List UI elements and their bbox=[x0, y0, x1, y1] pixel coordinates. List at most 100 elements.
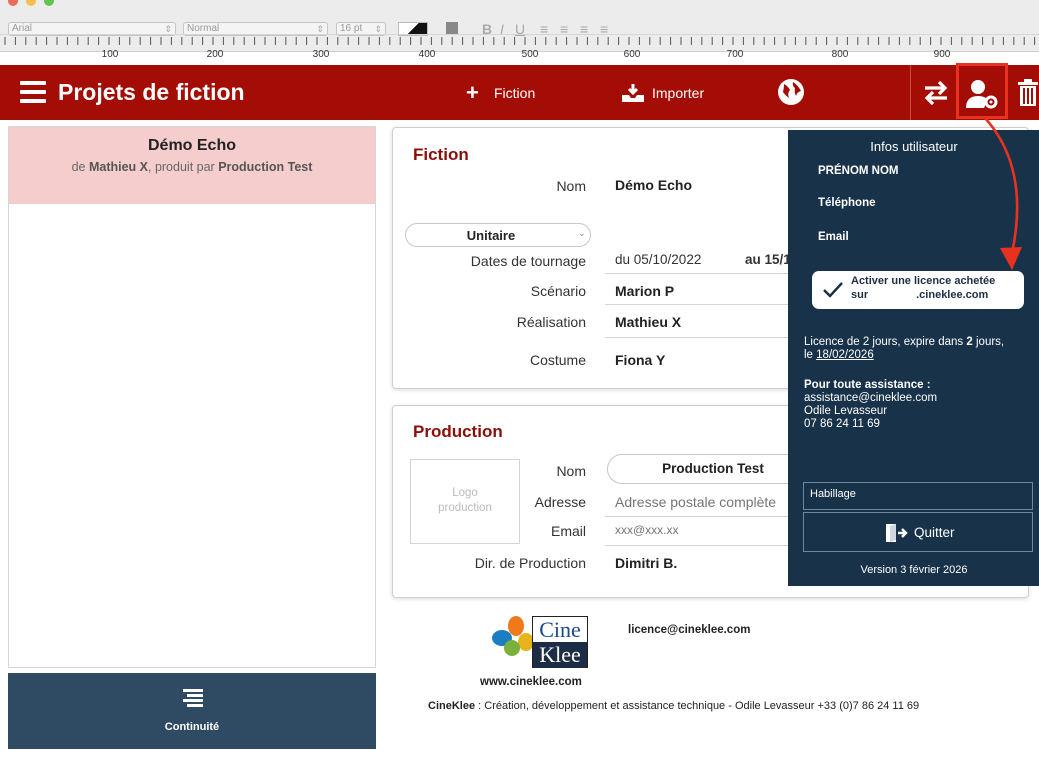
user-settings-icon bbox=[966, 80, 998, 109]
user-name[interactable]: PRÉNOM NOM bbox=[818, 165, 899, 177]
logo-placeholder-line1: Logo bbox=[452, 487, 478, 499]
divider bbox=[605, 273, 805, 274]
ruler[interactable]: 100 200 300 400 500 600 700 800 900 bbox=[0, 34, 1039, 60]
swap-arrows-icon[interactable] bbox=[921, 79, 951, 107]
cineklee-logo[interactable]: Cine Klee bbox=[532, 616, 588, 668]
continuity-label: Continuité bbox=[164, 721, 220, 733]
toolbar-divider bbox=[910, 65, 911, 120]
project-list-item[interactable]: Démo Echo de Mathieu X, produit par Prod… bbox=[9, 127, 375, 204]
exit-door-icon bbox=[886, 524, 908, 542]
costume-label: Costume bbox=[529, 352, 586, 368]
plus-icon: + bbox=[466, 80, 479, 105]
licence-email[interactable]: licence@cineklee.com bbox=[628, 624, 750, 636]
ruler-label: 700 bbox=[726, 49, 744, 60]
project-meta: de Mathieu X, produit par Production Tes… bbox=[9, 160, 375, 174]
continuity-button[interactable]: Continuité bbox=[8, 673, 376, 749]
version-label: Version 3 février 2026 bbox=[860, 564, 968, 576]
ruler-label: 600 bbox=[623, 49, 641, 60]
production-logo-placeholder[interactable]: Logo production bbox=[410, 459, 520, 544]
ruler-label: 400 bbox=[418, 49, 436, 60]
font-name-value: Arial bbox=[12, 23, 33, 34]
fiction-name-label: Nom bbox=[556, 178, 586, 194]
license-info-prefix: Licence de 2 jours, expire dans bbox=[804, 336, 967, 348]
license-info-suffix: jours, bbox=[972, 336, 1005, 348]
logo-placeholder-line2: production bbox=[438, 502, 492, 514]
divider bbox=[605, 516, 805, 517]
ruler-ticks bbox=[4, 37, 1036, 45]
chevron-down-icon: ⌄ bbox=[578, 228, 586, 238]
date-from[interactable]: du 05/10/2022 bbox=[615, 252, 701, 267]
checkmark-icon bbox=[823, 282, 843, 298]
project-name: Démo Echo bbox=[147, 137, 236, 154]
ruler-label: 300 bbox=[312, 49, 330, 60]
quit-button[interactable]: Quitter bbox=[803, 512, 1033, 552]
divider bbox=[605, 545, 805, 546]
font-size-value: 16 pt bbox=[340, 23, 363, 34]
cineklee-logo-icon bbox=[492, 616, 534, 656]
address-input[interactable] bbox=[615, 494, 805, 510]
realisation-value[interactable]: Mathieu X bbox=[615, 314, 681, 330]
production-name-value: Production Test bbox=[662, 461, 764, 476]
support-name: Odile Levasseur bbox=[804, 405, 888, 417]
email-label: Email bbox=[550, 523, 586, 539]
credit-brand: CineKlee bbox=[428, 700, 476, 712]
fiction-type-value: Unitaire bbox=[466, 228, 516, 243]
font-style-value: Normal bbox=[187, 23, 220, 34]
support-email[interactable]: assistance@cineklee.com bbox=[804, 392, 937, 404]
project-meta-prefix: de bbox=[71, 160, 86, 174]
footer: Cine Klee licence@cineklee.com www.cinek… bbox=[392, 606, 1029, 716]
divider bbox=[605, 304, 805, 305]
add-fiction-label: Fiction bbox=[494, 85, 536, 101]
project-author: Mathieu X bbox=[88, 160, 148, 174]
annotation-arrow-icon bbox=[984, 117, 1022, 270]
ruler-label: 800 bbox=[831, 49, 849, 60]
ruler-label: 900 bbox=[933, 49, 951, 60]
fiction-name-value[interactable]: Démo Echo bbox=[615, 177, 692, 193]
scenario-label: Scénario bbox=[530, 283, 586, 299]
email-input[interactable] bbox=[615, 523, 805, 537]
page-title: Projets de fiction bbox=[58, 79, 245, 105]
menu-icon[interactable] bbox=[20, 81, 46, 103]
scenario-value[interactable]: Marion P bbox=[615, 283, 674, 299]
license-date: 18/02/2026 bbox=[816, 349, 874, 361]
import-label: Importer bbox=[652, 85, 705, 101]
quit-label: Quitter bbox=[914, 525, 955, 540]
production-card-title: Production bbox=[413, 422, 503, 441]
project-list: Démo Echo de Mathieu X, produit par Prod… bbox=[8, 126, 376, 668]
director-value[interactable]: Dimitri B. bbox=[615, 555, 677, 571]
logo-text-cine: Cine bbox=[533, 617, 587, 642]
support-title: Pour toute assistance : bbox=[804, 379, 931, 391]
habillage-field[interactable]: Habillage bbox=[803, 482, 1033, 510]
support-phone: 07 86 24 11 69 bbox=[804, 418, 880, 430]
credit-text: : Création, développement et assistance … bbox=[475, 700, 920, 712]
date-to[interactable]: au 15/1 bbox=[745, 252, 791, 267]
fiction-type-select[interactable]: Unitaire ⌄ bbox=[405, 223, 591, 247]
license-info-le: le bbox=[804, 349, 817, 361]
zoom-window-icon[interactable] bbox=[44, 0, 54, 6]
trash-icon[interactable] bbox=[1016, 79, 1039, 107]
fiction-card-title: Fiction bbox=[413, 145, 469, 164]
activate-license-prefix: sur bbox=[851, 289, 869, 301]
logo-text-klee: Klee bbox=[533, 642, 587, 668]
address-label: Adresse bbox=[534, 494, 586, 510]
credit-line: CineKlee : Création, développement et as… bbox=[428, 700, 919, 712]
app-header: Projets de fiction + Fiction Importer bbox=[0, 63, 1039, 120]
project-producer: Production Test bbox=[218, 160, 313, 174]
globe-icon[interactable] bbox=[776, 77, 806, 107]
ruler-label: 500 bbox=[521, 49, 539, 60]
ruler-label: 100 bbox=[101, 49, 119, 60]
import-tray-icon bbox=[622, 84, 644, 102]
habillage-value: Habillage bbox=[810, 488, 856, 500]
close-window-icon[interactable] bbox=[8, 0, 18, 6]
user-phone[interactable]: Téléphone bbox=[818, 197, 876, 209]
project-meta-middle: , produit par bbox=[148, 160, 215, 174]
realisation-label: Réalisation bbox=[516, 314, 586, 330]
director-label: Dir. de Production bbox=[474, 555, 586, 571]
costume-value[interactable]: Fiona Y bbox=[615, 352, 665, 368]
ruler-label: 200 bbox=[206, 49, 224, 60]
license-info: Licence de 2 jours, expire dans 2 jours,… bbox=[804, 336, 1034, 362]
user-email[interactable]: Email bbox=[818, 231, 849, 243]
window-titlebar bbox=[0, 0, 1039, 12]
minimize-window-icon[interactable] bbox=[26, 0, 36, 6]
website-link[interactable]: www.cineklee.com bbox=[480, 676, 582, 688]
